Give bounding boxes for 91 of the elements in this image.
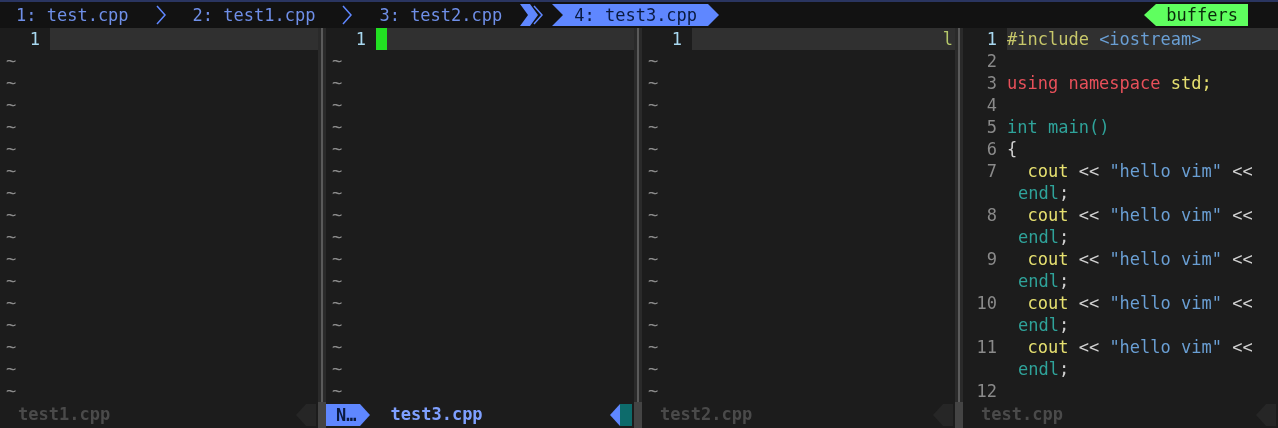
filler-tilde: ~ [5,160,17,182]
filler-tilde: ~ [647,226,659,248]
filler-tilde: ~ [331,72,343,94]
filler-tilde: ~ [5,138,17,160]
text-cursor [376,28,387,50]
filler-tilde: ~ [5,226,17,248]
code-line: using namespace std; [1007,72,1212,94]
filler-tilde: ~ [331,314,343,336]
line-number: 1 [355,28,366,50]
buffer-tab[interactable]: 1: test.cpp [6,4,139,26]
tab-arrow-icon [520,4,545,26]
filler-tilde: ~ [5,50,17,72]
filler-tilde: ~ [331,292,343,314]
filler-tilde: ~ [647,160,659,182]
line-text: l [942,28,954,50]
code-line: endl; [1018,182,1070,204]
filler-tilde: ~ [647,94,659,116]
filler-tilde: ~ [331,380,343,402]
tab-arrow-icon [552,4,565,26]
filler-tilde: ~ [331,226,343,248]
filler-tilde: ~ [5,314,17,336]
filler-tilde: ~ [331,160,343,182]
filler-tilde: ~ [331,138,343,160]
filler-tilde: ~ [647,204,659,226]
code-line: endl; [1018,226,1070,248]
filler-tilde: ~ [647,270,659,292]
code-line: cout << "hello vim" << [1026,160,1253,182]
filler-tilde: ~ [5,116,17,138]
chevron-icon [341,4,354,26]
filler-tilde: ~ [331,116,343,138]
code-line: endl; [1018,314,1070,336]
filler-tilde: ~ [5,380,17,402]
code-line: cout << "hello vim" << [1026,204,1253,226]
line-number: 12 [976,380,997,402]
filler-tilde: ~ [5,204,17,226]
buffers-arrow-icon [1144,4,1157,26]
buffer-tab[interactable]: 2: test1.cpp [182,4,326,26]
filler-tilde: ~ [5,72,17,94]
code-line: cout << "hello vim" << [1026,292,1253,314]
filler-tilde: ~ [647,138,659,160]
line-number: 5 [986,116,997,138]
filler-tilde: ~ [331,204,343,226]
line-number: 7 [986,160,997,182]
line-number: 11 [976,336,997,358]
filler-tilde: ~ [331,358,343,380]
filler-tilde: ~ [5,336,17,358]
filler-tilde: ~ [5,248,17,270]
tab-arrow-icon [707,4,720,26]
line-number: 1 [986,28,997,50]
line-number: 6 [986,138,997,160]
filler-tilde: ~ [5,182,17,204]
filler-tilde: ~ [331,50,343,72]
filler-tilde: ~ [647,116,659,138]
code-line: #include <iostream> [1007,28,1202,50]
code-line: endl; [1018,358,1070,380]
filler-tilde: ~ [331,270,343,292]
filler-tilde: ~ [647,182,659,204]
mode-arrow-icon [610,404,632,426]
line-number: 10 [976,292,997,314]
mode-indicator: N… [326,404,371,426]
filler-tilde: ~ [5,292,17,314]
filler-tilde: ~ [331,336,343,358]
filler-tilde: ~ [5,94,17,116]
filler-tilde: ~ [647,336,659,358]
filler-tilde: ~ [331,94,343,116]
filler-tilde: ~ [647,292,659,314]
code-line: cout << "hello vim" << [1026,248,1253,270]
filler-tilde: ~ [647,314,659,336]
code-line: cout << "hello vim" << [1026,336,1253,358]
code-line: int main() [1007,116,1110,138]
line-number: 1 [29,28,40,50]
filler-tilde: ~ [647,380,659,402]
line-number: 9 [986,248,997,270]
line-number: 3 [986,72,997,94]
filler-tilde: ~ [647,248,659,270]
code-line: endl; [1018,270,1070,292]
code-line: { [1007,138,1018,160]
filler-tilde: ~ [331,248,343,270]
line-number: 1 [671,28,682,50]
status-filename: test3.cpp [389,403,483,427]
buffer-tab[interactable]: 3: test2.cpp [369,4,513,26]
line-number: 4 [986,94,997,116]
filler-tilde: ~ [5,270,17,292]
filler-tilde: ~ [647,72,659,94]
filler-tilde: ~ [647,358,659,380]
line-number: 2 [986,50,997,72]
line-number: 8 [986,204,997,226]
filler-tilde: ~ [5,358,17,380]
chevron-icon [154,4,167,26]
filler-tilde: ~ [331,182,343,204]
filler-tilde: ~ [647,50,659,72]
